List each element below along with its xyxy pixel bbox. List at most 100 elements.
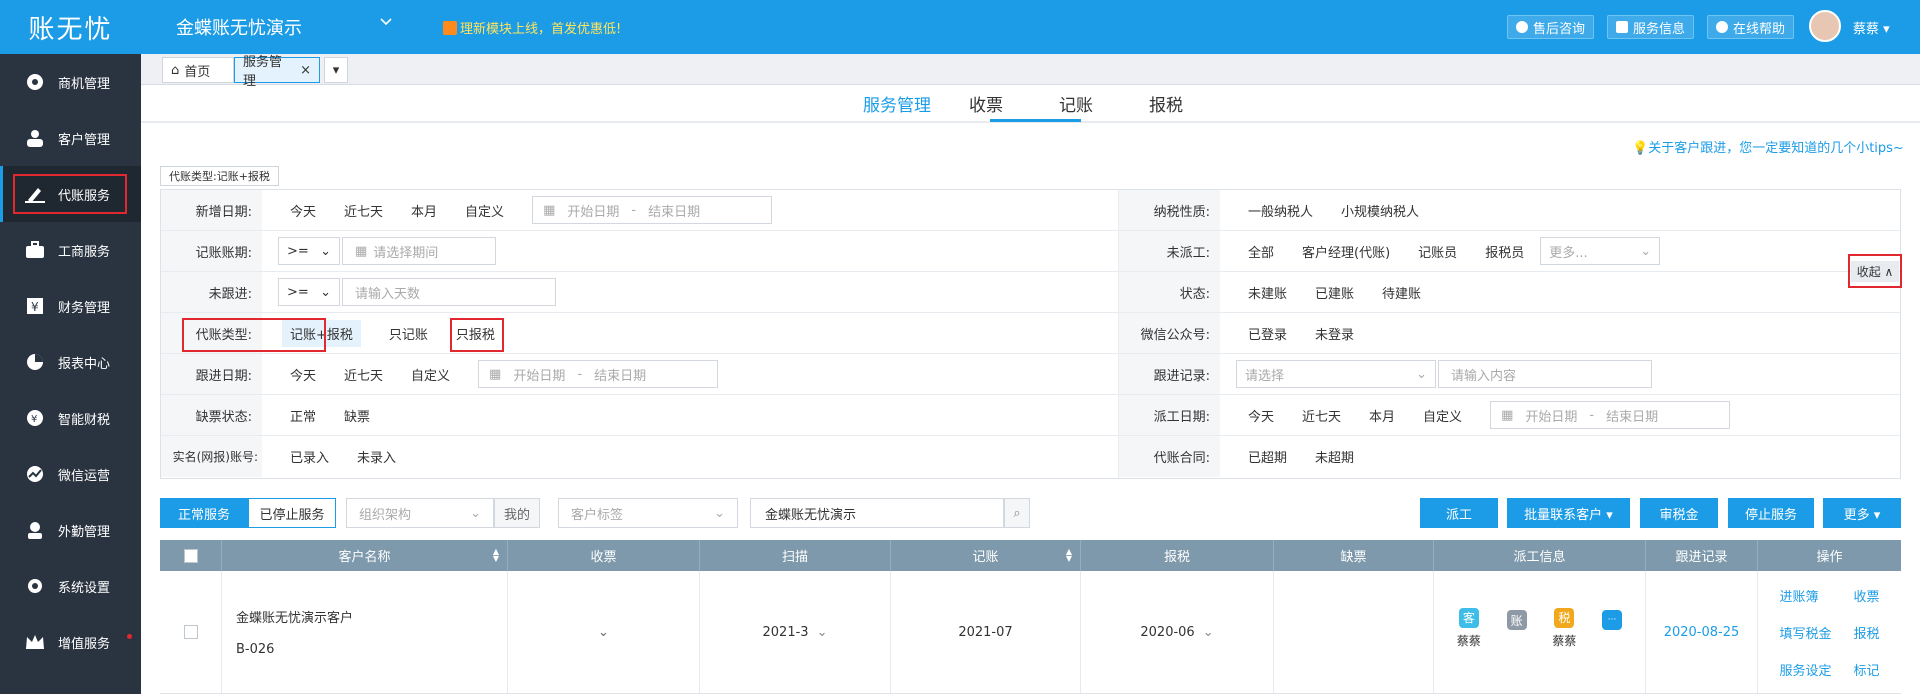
sidebar-item-smart-tax[interactable]: ¥ 智能财税 bbox=[0, 390, 141, 446]
subnav-bookkeeping[interactable]: 记账 bbox=[1059, 91, 1093, 116]
filter-option[interactable]: 近七天 bbox=[1302, 406, 1341, 425]
subnav-tax[interactable]: 报税 bbox=[1149, 91, 1183, 116]
filter-option[interactable]: 正常 bbox=[290, 406, 316, 425]
customer-name[interactable]: 金蝶账无忧演示客户 bbox=[236, 607, 353, 626]
filter-option[interactable]: 自定义 bbox=[1423, 406, 1462, 425]
dispatch-tax[interactable]: 税蔡蔡 bbox=[1552, 607, 1576, 649]
filter-option[interactable]: 今天 bbox=[290, 201, 316, 220]
dispatch-bookkeeper[interactable]: 账 bbox=[1506, 610, 1527, 630]
filter-option[interactable]: 近七天 bbox=[344, 365, 383, 384]
close-icon[interactable]: × bbox=[300, 63, 311, 78]
dispatch-button[interactable]: 派工 bbox=[1420, 498, 1498, 528]
sidebar-item-finance[interactable]: ¥ 财务管理 bbox=[0, 278, 141, 334]
service-settings-link[interactable]: 服务设定 bbox=[1779, 660, 1831, 679]
sidebar-item-value-added[interactable]: 增值服务 bbox=[0, 614, 141, 670]
date-range-input[interactable]: ▦ 开始日期 - 结束日期 bbox=[478, 360, 719, 388]
filter-option[interactable]: 本月 bbox=[1369, 406, 1395, 425]
col-customer-name[interactable]: 客户名称 ▲ ▼ bbox=[222, 540, 508, 571]
collapse-button[interactable]: 收起 ∧ bbox=[1848, 254, 1902, 288]
sidebar-item-field[interactable]: 外勤管理 bbox=[0, 502, 141, 558]
audit-tax-button[interactable]: 审税金 bbox=[1640, 498, 1718, 528]
filter-option[interactable]: 客户经理(代账) bbox=[1302, 242, 1390, 261]
select-all-checkbox[interactable] bbox=[183, 548, 198, 563]
operator-select[interactable]: >= ⌄ bbox=[278, 237, 340, 265]
filter-option[interactable]: 今天 bbox=[1248, 406, 1274, 425]
days-input[interactable]: 请输入天数 bbox=[342, 278, 556, 306]
online-help-button[interactable]: 在线帮助 bbox=[1707, 15, 1795, 39]
filter-option[interactable]: 今天 bbox=[290, 365, 316, 384]
filter-option[interactable]: 未超期 bbox=[1315, 447, 1354, 466]
org-select[interactable]: 组织架构 ⌄ bbox=[346, 498, 494, 528]
user-name[interactable]: 蔡蔡 ▾ bbox=[1853, 18, 1890, 37]
open-ledger-link[interactable]: 进账簿 bbox=[1779, 586, 1831, 605]
filter-option[interactable]: 只记账 bbox=[389, 324, 428, 343]
batch-contact-button[interactable]: 批量联系客户 ▾ bbox=[1507, 498, 1630, 528]
operator-select[interactable]: >= ⌄ bbox=[278, 278, 340, 306]
stopped-service-tab[interactable]: 已停止服务 bbox=[248, 498, 336, 528]
filter-option[interactable]: 小规模纳税人 bbox=[1341, 201, 1419, 220]
dispatch-more[interactable]: ··· bbox=[1602, 610, 1623, 630]
receipt-link[interactable]: 收票 bbox=[1854, 586, 1880, 605]
filter-option[interactable]: 自定义 bbox=[411, 365, 450, 384]
record-select[interactable]: 请选择 ⌄ bbox=[1236, 360, 1436, 388]
sidebar-item-business-service[interactable]: 工商服务 bbox=[0, 222, 141, 278]
filter-option[interactable]: 近七天 bbox=[344, 201, 383, 220]
filter-option[interactable]: 已登录 bbox=[1248, 324, 1287, 343]
tab-service[interactable]: 服务管理 × bbox=[234, 55, 320, 89]
filter-option[interactable]: 已录入 bbox=[290, 447, 329, 466]
sidebar-item-bookkeeping-service[interactable]: 代账服务 bbox=[0, 166, 141, 222]
filter-option[interactable]: 未登录 bbox=[1315, 324, 1354, 343]
after-sales-button[interactable]: 售后咨询 bbox=[1507, 15, 1595, 39]
row-checkbox[interactable] bbox=[183, 625, 198, 639]
service-info-button[interactable]: 服务信息 bbox=[1607, 15, 1695, 39]
search-input[interactable]: 金蝶账无忧演示 bbox=[750, 498, 1004, 528]
chevron-down-icon[interactable] bbox=[379, 16, 393, 31]
filter-option[interactable]: 已超期 bbox=[1248, 447, 1287, 466]
record-input[interactable]: 请输入内容 bbox=[1438, 360, 1652, 388]
filter-option[interactable]: 一般纳税人 bbox=[1248, 201, 1313, 220]
normal-service-tab[interactable]: 正常服务 bbox=[160, 498, 248, 528]
more-button[interactable]: 更多 ▾ bbox=[1823, 498, 1901, 528]
sidebar-item-leads[interactable]: 商机管理 bbox=[0, 54, 141, 110]
filter-option[interactable]: 待建账 bbox=[1382, 283, 1421, 302]
filter-option[interactable]: 记账员 bbox=[1418, 242, 1457, 261]
filter-option[interactable]: 报税员 bbox=[1485, 242, 1524, 261]
date-range-input[interactable]: ▦ 开始日期 - 结束日期 bbox=[1490, 401, 1731, 429]
dispatch-manager[interactable]: 客蔡蔡 bbox=[1457, 607, 1481, 649]
period-input[interactable]: ▦ 请选择期间 bbox=[342, 237, 496, 265]
filter-option[interactable]: 缺票 bbox=[344, 406, 370, 425]
customer-tag-select[interactable]: 客户标签 ⌄ bbox=[558, 498, 738, 528]
col-bookkeeping[interactable]: 记账 ▲ ▼ bbox=[891, 540, 1081, 571]
scan-cell[interactable]: 2021-3 ⌄ bbox=[700, 571, 891, 693]
filter-option[interactable]: 全部 bbox=[1248, 242, 1274, 261]
filter-option[interactable]: 已建账 bbox=[1315, 283, 1354, 302]
tab-home[interactable]: ⌂ 首页 bbox=[162, 57, 234, 83]
filter-option[interactable]: 本月 bbox=[411, 201, 437, 220]
tax-cell[interactable]: 2020-06 ⌄ bbox=[1081, 571, 1274, 693]
subnav-receipt[interactable]: 收票 bbox=[969, 91, 1003, 116]
search-icon[interactable]: ⌕ bbox=[1004, 498, 1030, 528]
mark-link[interactable]: 标记 bbox=[1854, 660, 1880, 679]
fill-tax-link[interactable]: 填写税金 bbox=[1779, 623, 1831, 642]
promo-link[interactable]: 理新模块上线，首发优惠低! bbox=[443, 18, 621, 37]
sidebar-item-settings[interactable]: 系统设置 bbox=[0, 558, 141, 614]
receipt-cell[interactable]: ⌄ bbox=[508, 571, 700, 693]
follow-cell[interactable]: 2020-08-25 bbox=[1646, 571, 1758, 693]
tips-link[interactable]: 💡关于客户跟进，您一定要知道的几个小tips~ bbox=[1632, 137, 1904, 156]
tab-dropdown[interactable]: ▾ bbox=[324, 57, 348, 83]
filter-option[interactable]: 未录入 bbox=[357, 447, 396, 466]
avatar[interactable] bbox=[1809, 10, 1841, 42]
stop-service-button[interactable]: 停止服务 bbox=[1728, 498, 1814, 528]
sidebar-item-reports[interactable]: 报表中心 bbox=[0, 334, 141, 390]
active-filter-tag[interactable]: 代账类型:记账+报税 bbox=[160, 166, 279, 186]
chevron-down-icon[interactable]: ⌄ bbox=[598, 625, 609, 640]
sidebar-item-customers[interactable]: 客户管理 bbox=[0, 110, 141, 166]
file-tax-link[interactable]: 报税 bbox=[1854, 623, 1880, 642]
filter-option[interactable]: 自定义 bbox=[465, 201, 504, 220]
more-select[interactable]: 更多... ⌄ bbox=[1540, 237, 1661, 265]
filter-option[interactable]: 未建账 bbox=[1248, 283, 1287, 302]
subnav-service[interactable]: 服务管理 bbox=[863, 91, 931, 116]
mine-button[interactable]: 我的 bbox=[494, 498, 540, 528]
sidebar-item-wechat[interactable]: 微信运营 bbox=[0, 446, 141, 502]
company-name[interactable]: 金蝶账无忧演示 bbox=[176, 14, 302, 40]
